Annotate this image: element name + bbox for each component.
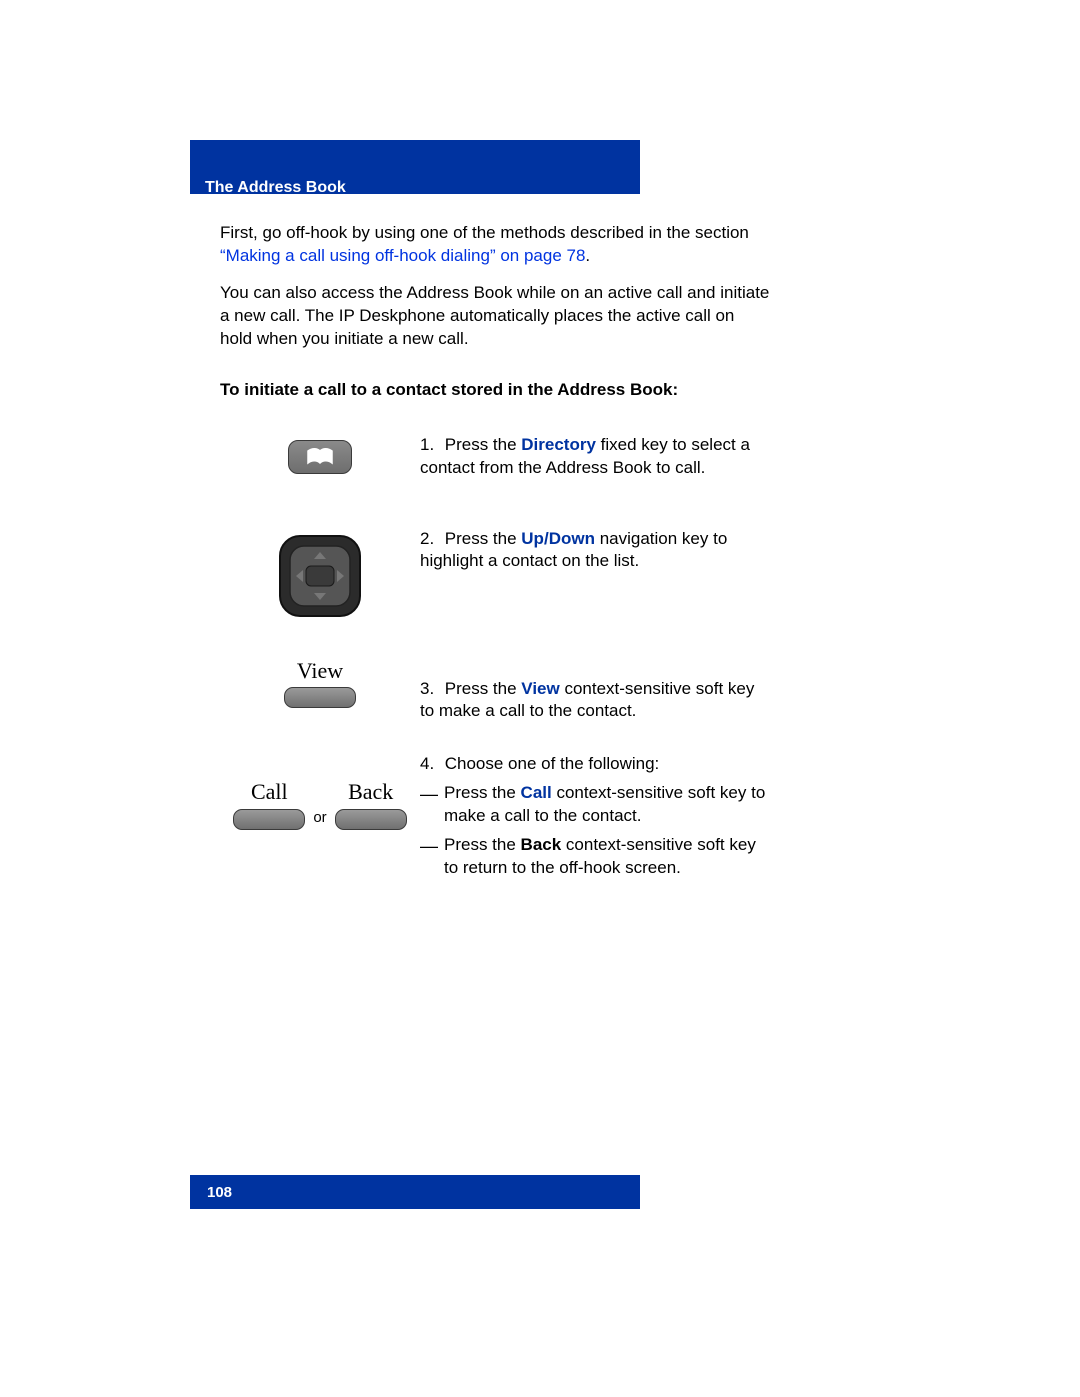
- content-area: First, go off-hook by using one of the m…: [220, 212, 770, 898]
- softkey-icon: [335, 809, 407, 830]
- step-num: 2.: [420, 528, 440, 551]
- step-2-icon-col: [220, 528, 420, 620]
- step-num: 1.: [420, 434, 440, 457]
- section-title: The Address Book: [205, 177, 346, 199]
- step-4-icon-col: Call or Back: [220, 753, 420, 830]
- page: The Address Book First, go off-hook by u…: [0, 0, 1080, 1397]
- back-label: Back: [348, 777, 393, 807]
- call-back-keys: Call or Back: [220, 777, 420, 830]
- softkey-icon: [233, 809, 305, 830]
- step-2: 2. Press the Up/Down navigation key to h…: [220, 528, 770, 620]
- option-1: — Press the Call context-sensitive soft …: [420, 782, 770, 828]
- book-icon: [306, 448, 334, 466]
- step-1-icon-col: [220, 434, 420, 474]
- up-keyword: Up: [521, 529, 544, 548]
- down-keyword: Down: [549, 529, 595, 548]
- intro-paragraph-1: First, go off-hook by using one of the m…: [220, 222, 770, 268]
- softkey-icon: [284, 687, 356, 708]
- page-number: 108: [207, 1183, 232, 1203]
- step-3: View 3. Press the View context-sensitive…: [220, 656, 770, 724]
- call-softkey: Call: [233, 777, 305, 830]
- step-num: 4.: [420, 753, 440, 776]
- step-num: 3.: [420, 678, 440, 701]
- cross-ref-link[interactable]: “Making a call using off-hook dialing” o…: [220, 246, 585, 265]
- step-3-icon-col: View: [220, 656, 420, 709]
- directory-keyword: Directory: [521, 435, 596, 454]
- directory-key-icon: [288, 440, 352, 474]
- intro-paragraph-2: You can also access the Address Book whi…: [220, 282, 770, 351]
- call-label: Call: [251, 777, 288, 807]
- step-2-text: 2. Press the Up/Down navigation key to h…: [420, 528, 770, 574]
- or-text: or: [313, 808, 326, 828]
- back-softkey: Back: [335, 777, 407, 830]
- procedure-heading: To initiate a call to a contact stored i…: [220, 379, 770, 402]
- view-softkey: View: [284, 656, 356, 709]
- call-keyword: Call: [521, 783, 552, 802]
- step-4-text: 4. Choose one of the following: — Press …: [420, 753, 770, 880]
- step-3-text: 3. Press the View context-sensitive soft…: [420, 656, 770, 724]
- step-4: Call or Back 4. Choose one of the follow…: [220, 753, 770, 880]
- intro-text: First, go off-hook by using one of the m…: [220, 223, 749, 242]
- step-1: 1. Press the Directory fixed key to sele…: [220, 434, 770, 480]
- step-1-text: 1. Press the Directory fixed key to sele…: [420, 434, 770, 480]
- nav-pad-icon: [272, 532, 368, 620]
- view-label: View: [297, 656, 343, 686]
- view-keyword: View: [521, 679, 559, 698]
- back-keyword: Back: [521, 835, 562, 854]
- steps-list: 1. Press the Directory fixed key to sele…: [220, 434, 770, 880]
- option-2: — Press the Back context-sensitive soft …: [420, 834, 770, 880]
- footer-bar: [190, 1175, 640, 1209]
